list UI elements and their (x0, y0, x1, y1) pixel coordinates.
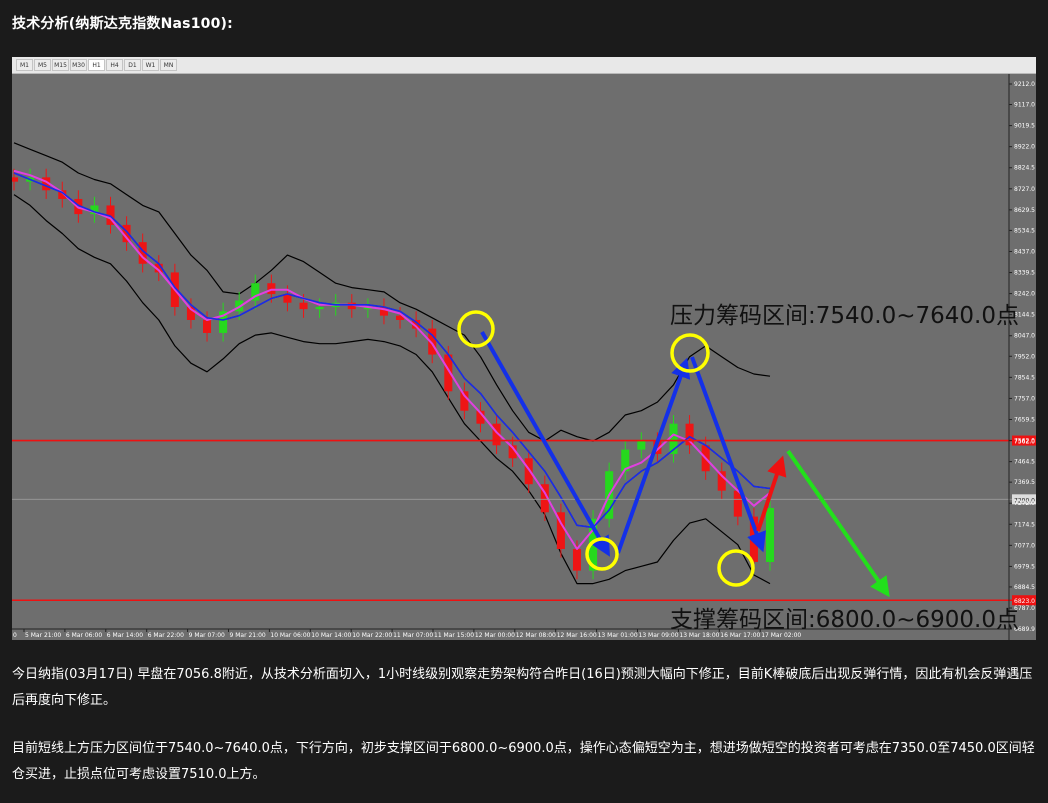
x-tick-label: 17 Mar 02:00 (761, 632, 801, 639)
y-tick-label: 6979.5 (1014, 563, 1035, 570)
y-tick-label: 8629.5 (1014, 207, 1035, 214)
candle-body (12, 177, 19, 182)
y-tick-label: 7952.0 (1014, 353, 1035, 360)
x-tick-label: 16 Mar 17:00 (720, 632, 760, 639)
y-tick-label: 8824.5 (1014, 165, 1035, 172)
candle-body (765, 507, 775, 562)
x-tick-label: 13 Mar 01:00 (598, 632, 638, 639)
price-chart: 7562.06823.07290.0 9212.09117.09019.5892… (12, 74, 1036, 640)
y-tick-label: 7757.0 (1014, 395, 1035, 402)
candle-body (267, 283, 276, 295)
y-tick-label: 7174.5 (1014, 521, 1035, 528)
x-tick-label: 13 Mar 18:00 (679, 632, 719, 639)
candle-body (203, 319, 212, 333)
x-tick-label: 12 Mar 16:00 (557, 632, 597, 639)
candle-body (637, 440, 646, 450)
candle-body (524, 458, 533, 485)
y-tick-label: 8727.0 (1014, 186, 1035, 193)
candle-body (572, 549, 581, 571)
y-tick-label: 7562.0 (1014, 438, 1035, 445)
x-tick-label: 13 Mar 09:00 (639, 632, 679, 639)
y-tick-label: 8047.0 (1014, 333, 1035, 340)
y-tick-label: 7369.5 (1014, 479, 1035, 486)
y-tick-label: 8534.5 (1014, 227, 1035, 234)
y-tick-label: 8339.5 (1014, 270, 1035, 277)
analysis-paragraph-2: 目前短线上方压力区间位于7540.0~7640.0点，下行方向，初步支撑区间于6… (12, 741, 1035, 782)
y-tick-label: 9212.0 (1014, 81, 1035, 88)
chart-panel: M1 M5 M15 M30 H1 H4 D1 W1 MN 7562.0 6823.0 7290.0 … (12, 57, 1036, 640)
y-tick-label: 6884.5 (1014, 584, 1035, 591)
x-tick-label: 11 Mar 07:00 (393, 632, 433, 639)
x-tick-label: 9 Mar 21:00 (230, 632, 266, 639)
support-zone-label: 支撑筹码区间:6800.0~6900.0点 (670, 607, 1019, 633)
y-tick-label: 8242.0 (1014, 291, 1035, 298)
y-tick-label: 7464.5 (1014, 459, 1035, 466)
y-tick-label: 7659.5 (1014, 416, 1035, 423)
x-tick-label: 6 Mar 22:00 (148, 632, 184, 639)
y-tick-label: 8922.0 (1014, 144, 1035, 151)
y-tick-label: 7854.5 (1014, 374, 1035, 381)
y-tick-label: 7272.0 (1014, 500, 1035, 507)
y-tick-label: 7077.0 (1014, 542, 1035, 549)
x-tick-label: 10 Mar 22:00 (352, 632, 392, 639)
y-tick-label: 9019.5 (1014, 123, 1035, 130)
x-tick-label: 10 Mar 06:00 (270, 632, 310, 639)
x-tick-label: 5 Mar 21:00 (25, 632, 61, 639)
x-tick-label: 6 Mar 06:00 (66, 632, 102, 639)
x-tick-label: 10 Mar 14:00 (311, 632, 351, 639)
y-tick-label: 9117.0 (1014, 102, 1035, 109)
x-tick-label: 11 Mar 15:00 (434, 632, 474, 639)
analysis-paragraph-1: 今日纳指(03月17日) 早盘在7056.8附近，从技术分析面切入，1小时线级别… (12, 667, 1033, 708)
x-tick-label: 0 (13, 632, 17, 639)
x-tick-label: 12 Mar 00:00 (475, 632, 515, 639)
page-heading: 技术分析(纳斯达克指数Nas100): (12, 16, 233, 32)
x-tick-label: 9 Mar 07:00 (189, 632, 225, 639)
candle-body (717, 471, 726, 491)
resistance-zone-label: 压力筹码区间:7540.0~7640.0点 (670, 303, 1019, 329)
y-tick-label: 8437.0 (1014, 248, 1035, 255)
candle-body (315, 307, 324, 310)
candle-body (299, 302, 308, 310)
x-tick-label: 6 Mar 14:00 (107, 632, 143, 639)
x-tick-label: 12 Mar 08:00 (516, 632, 556, 639)
